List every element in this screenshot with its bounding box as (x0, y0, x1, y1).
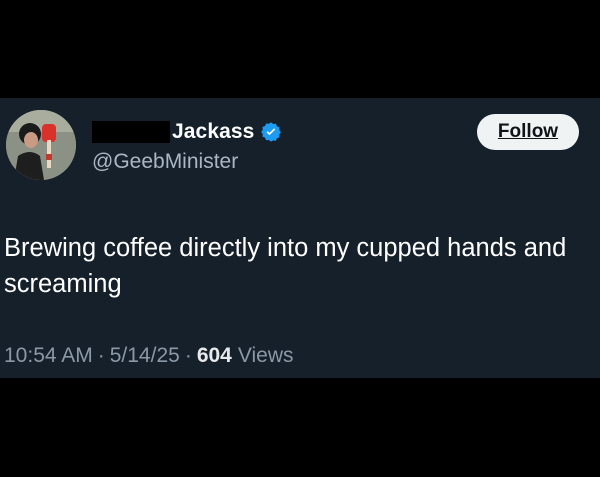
meta-separator: · (97, 344, 105, 367)
tweet-text: Brewing coffee directly into my cupped h… (4, 234, 567, 298)
avatar-image (6, 110, 76, 180)
tweet-card: Jackass @GeebMinister Follow Brewing cof… (0, 98, 600, 378)
author-name-row: Jackass (92, 118, 282, 146)
tweet-time[interactable]: 10:54 AM (4, 344, 93, 368)
tweet-meta: 10:54 AM · 5/14/25 · 604 Views (4, 344, 294, 368)
redaction-bar (92, 121, 170, 143)
author-handle[interactable]: @GeebMinister (92, 150, 238, 174)
author-avatar[interactable] (6, 110, 76, 180)
screenshot-frame: Jackass @GeebMinister Follow Brewing cof… (0, 0, 600, 477)
tweet-date[interactable]: 5/14/25 (110, 344, 180, 368)
views-count: 604 (196, 344, 232, 367)
meta-separator: · (184, 344, 192, 367)
views-label: Views (237, 344, 294, 367)
follow-button[interactable]: Follow (477, 114, 579, 150)
verified-badge-icon (261, 122, 282, 142)
author-display-name[interactable]: Jackass (172, 120, 254, 144)
